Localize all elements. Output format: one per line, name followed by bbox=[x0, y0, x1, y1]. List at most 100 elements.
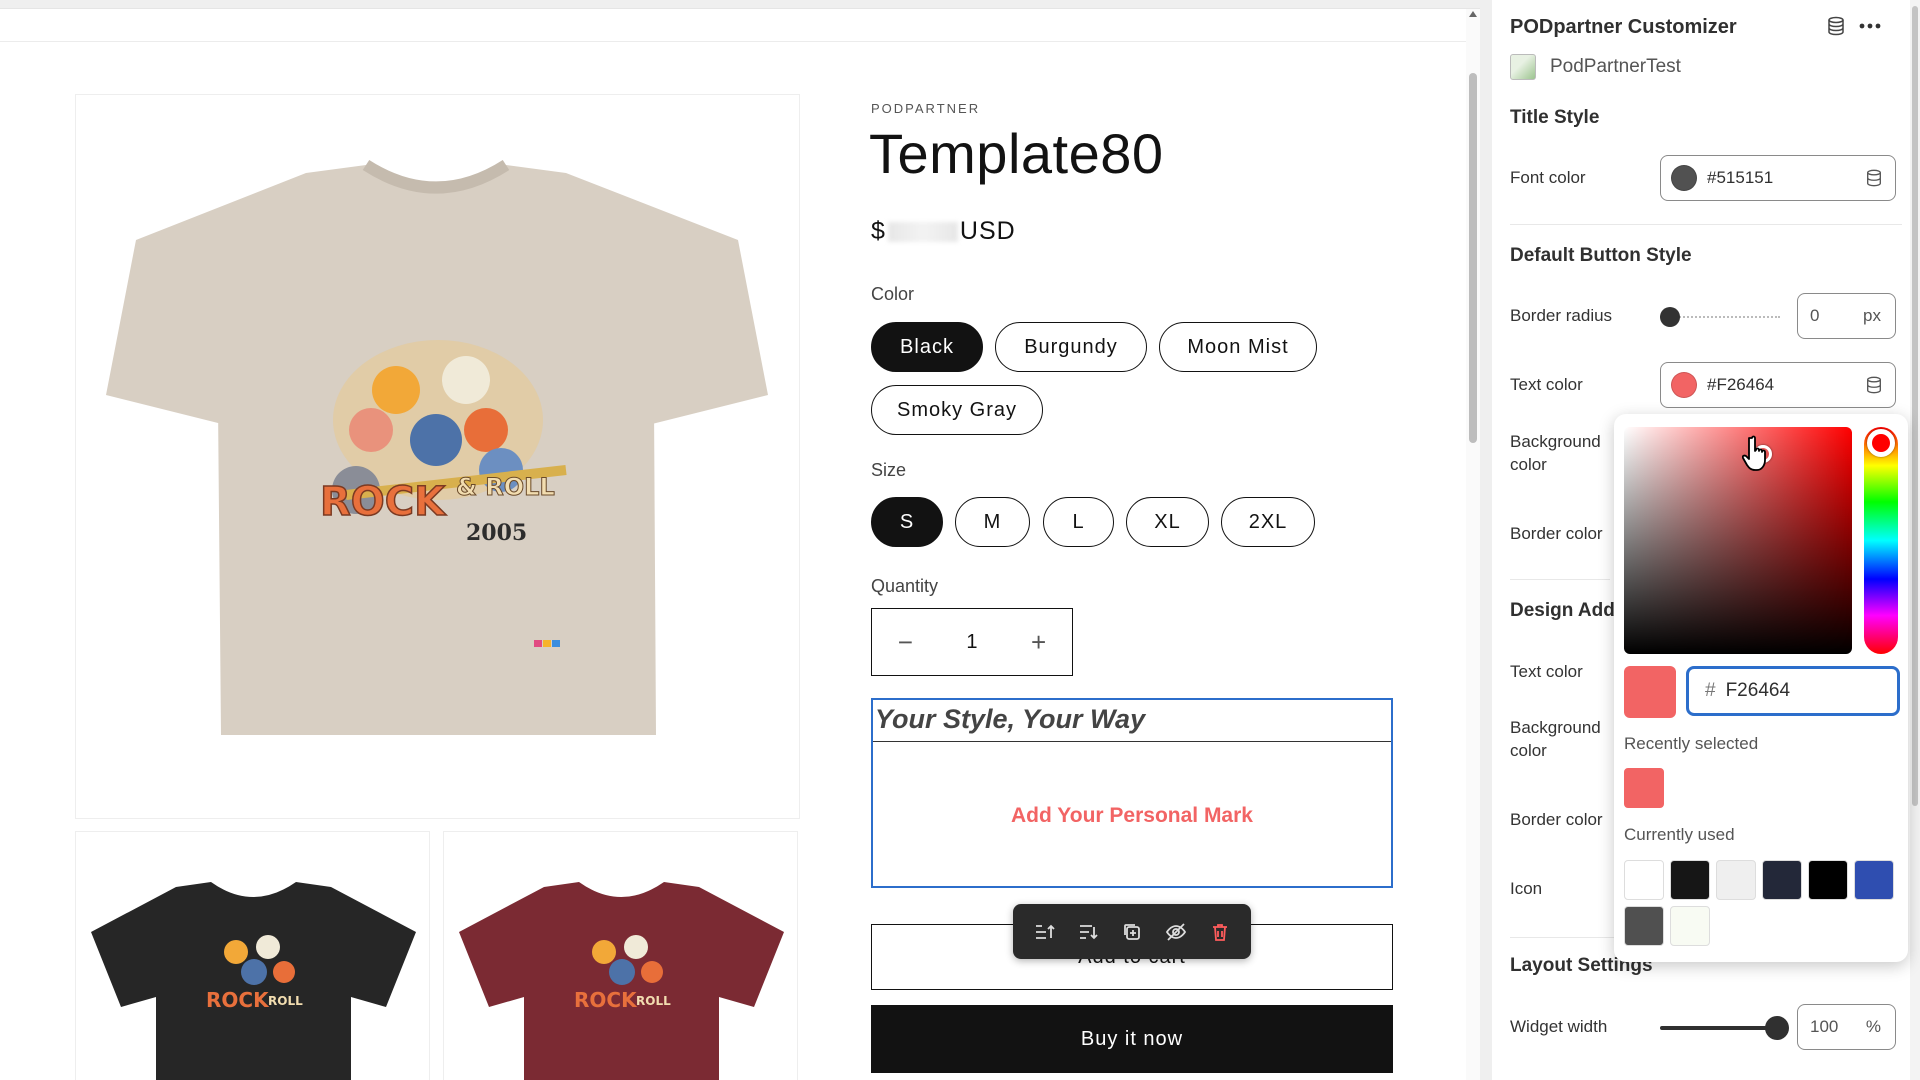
add-personal-mark-button[interactable]: Add Your Personal Mark bbox=[873, 804, 1391, 828]
size-option-s[interactable]: S bbox=[871, 497, 943, 547]
font-color-field[interactable]: #515151 bbox=[1660, 155, 1896, 201]
section-divider bbox=[1510, 579, 1610, 580]
border-radius-input[interactable]: 0 px bbox=[1797, 293, 1896, 339]
size-option-l[interactable]: L bbox=[1043, 497, 1114, 547]
hide-icon[interactable] bbox=[1163, 919, 1189, 945]
move-down-icon[interactable] bbox=[1075, 919, 1101, 945]
used-color-swatch[interactable] bbox=[1854, 860, 1894, 900]
border-radius-unit: px bbox=[1863, 306, 1881, 325]
color-label: Color bbox=[871, 284, 915, 304]
hue-knob[interactable] bbox=[1867, 429, 1895, 457]
saturation-value-area[interactable] bbox=[1624, 427, 1852, 654]
widget-width-knob[interactable] bbox=[1765, 1016, 1789, 1040]
border-radius-slider[interactable] bbox=[1660, 307, 1780, 327]
hex-hash: # bbox=[1705, 680, 1716, 701]
used-color-swatch[interactable] bbox=[1716, 860, 1756, 900]
color-option-black[interactable]: Black bbox=[871, 322, 983, 372]
color-picker-popover: # F26464 Recently selected Currently use… bbox=[1614, 414, 1908, 962]
widget-width-input[interactable]: 100 % bbox=[1797, 1004, 1896, 1050]
scroll-up-arrow-icon[interactable] bbox=[1469, 11, 1477, 17]
text-color-swatch[interactable] bbox=[1671, 372, 1697, 398]
duplicate-icon[interactable] bbox=[1119, 919, 1145, 945]
price-currency: USD bbox=[959, 217, 1016, 245]
color-option-burgundy[interactable]: Burgundy bbox=[995, 322, 1147, 372]
section-design-add: Design Add bbox=[1510, 600, 1615, 621]
size-option-xl[interactable]: XL bbox=[1126, 497, 1209, 547]
widget-width-label: Widget width bbox=[1510, 1017, 1608, 1036]
color-option-moon-mist[interactable]: Moon Mist bbox=[1159, 322, 1317, 372]
svg-text:ROCK: ROCK bbox=[574, 988, 638, 1012]
product-vendor: PODPARTNER bbox=[871, 101, 981, 116]
hex-color-input[interactable]: # F26464 bbox=[1686, 666, 1900, 716]
section-title-style: Title Style bbox=[1510, 107, 1600, 128]
thumbnail-burgundy-tshirt[interactable]: ROCK ROLL bbox=[443, 831, 798, 1080]
svg-text:ROLL: ROLL bbox=[268, 994, 303, 1008]
border-radius-value: 0 bbox=[1810, 306, 1820, 325]
widget-width-unit: % bbox=[1865, 1017, 1881, 1036]
database-icon[interactable] bbox=[1824, 14, 1848, 38]
svg-text:ROLL: ROLL bbox=[636, 994, 671, 1008]
used-color-swatch[interactable] bbox=[1808, 860, 1848, 900]
section-default-button-style: Default Button Style bbox=[1510, 245, 1692, 266]
font-color-swatch[interactable] bbox=[1671, 165, 1697, 191]
used-color-swatch[interactable] bbox=[1624, 906, 1664, 946]
color-option-smoky-gray[interactable]: Smoky Gray bbox=[871, 385, 1043, 435]
section-divider bbox=[1510, 224, 1902, 225]
recently-selected-label: Recently selected bbox=[1624, 734, 1759, 753]
hand-pointer-cursor-icon bbox=[1741, 434, 1776, 479]
text-color-field[interactable]: #F26464 bbox=[1660, 362, 1896, 408]
hex-value: F26464 bbox=[1725, 680, 1791, 701]
personal-mark-widget[interactable]: Your Style, Your Way Add Your Personal M… bbox=[871, 698, 1393, 888]
store-image-icon bbox=[1510, 54, 1536, 80]
widget-width-value: 100 bbox=[1810, 1017, 1839, 1036]
scrollbar-thumb[interactable] bbox=[1469, 73, 1477, 443]
design-text-color-label: Text color bbox=[1510, 662, 1583, 681]
more-options-icon[interactable] bbox=[1858, 14, 1882, 38]
delete-icon[interactable] bbox=[1207, 919, 1233, 945]
print-year-text: 2005 bbox=[466, 520, 527, 546]
used-color-swatch[interactable] bbox=[1670, 860, 1710, 900]
panel-scrollbar[interactable] bbox=[1910, 0, 1920, 1080]
panel-scrollbar-thumb[interactable] bbox=[1912, 6, 1918, 806]
text-color-value: #F26464 bbox=[1707, 375, 1775, 394]
preview-scrollbar[interactable] bbox=[1466, 9, 1480, 1080]
design-border-color-label: Border color bbox=[1510, 810, 1603, 829]
used-color-swatch[interactable] bbox=[1670, 906, 1710, 946]
print-rock-text: ROCK bbox=[320, 479, 447, 525]
black-tshirt-image: ROCK ROLL bbox=[91, 882, 416, 1080]
font-color-value: #515151 bbox=[1707, 168, 1774, 187]
design-background-color-label: Background color bbox=[1510, 718, 1601, 760]
used-color-swatch[interactable] bbox=[1624, 860, 1664, 900]
used-color-swatch[interactable] bbox=[1762, 860, 1802, 900]
store-name: PodPartnerTest bbox=[1550, 56, 1681, 77]
product-title: Template80 bbox=[869, 122, 1164, 185]
quantity-increase-button[interactable]: + bbox=[1014, 627, 1064, 658]
size-option-2xl[interactable]: 2XL bbox=[1221, 497, 1315, 547]
print-roll-text: & ROLL bbox=[456, 473, 555, 501]
beige-tshirt-image: ROCK & ROLL 2005 bbox=[106, 159, 768, 735]
border-color-label: Border color bbox=[1510, 524, 1603, 543]
background-color-label: Background color bbox=[1510, 432, 1601, 474]
hue-slider[interactable] bbox=[1864, 427, 1898, 654]
svg-text:ROCK: ROCK bbox=[206, 988, 270, 1012]
move-up-icon[interactable] bbox=[1031, 919, 1057, 945]
icon-label: Icon bbox=[1510, 879, 1543, 898]
quantity-input[interactable]: 1 bbox=[947, 631, 997, 654]
recent-color-swatch[interactable] bbox=[1624, 768, 1664, 808]
size-option-m[interactable]: M bbox=[955, 497, 1030, 547]
quantity-decrease-button[interactable]: − bbox=[880, 627, 930, 658]
burgundy-tshirt-image: ROCK ROLL bbox=[459, 882, 784, 1080]
product-price: $ USD bbox=[871, 217, 1016, 246]
widget-width-slider[interactable] bbox=[1660, 1016, 1789, 1040]
price-currency-symbol: $ bbox=[871, 217, 886, 245]
main-product-image[interactable]: ROCK & ROLL 2005 bbox=[75, 94, 800, 819]
border-radius-knob[interactable] bbox=[1660, 307, 1680, 327]
store-selector[interactable]: PodPartnerTest bbox=[1510, 54, 1681, 80]
text-color-label: Text color bbox=[1510, 375, 1583, 394]
font-color-database-icon[interactable] bbox=[1865, 168, 1883, 193]
thumbnail-black-tshirt[interactable]: ROCK ROLL bbox=[75, 831, 430, 1080]
buy-it-now-button[interactable]: Buy it now bbox=[871, 1005, 1393, 1073]
text-color-database-icon[interactable] bbox=[1865, 375, 1883, 400]
widget-floating-toolbar bbox=[1013, 904, 1251, 959]
storefront-preview: ROCK & ROLL 2005 ROCK ROLL ROCK ROLL POD… bbox=[0, 8, 1480, 1080]
